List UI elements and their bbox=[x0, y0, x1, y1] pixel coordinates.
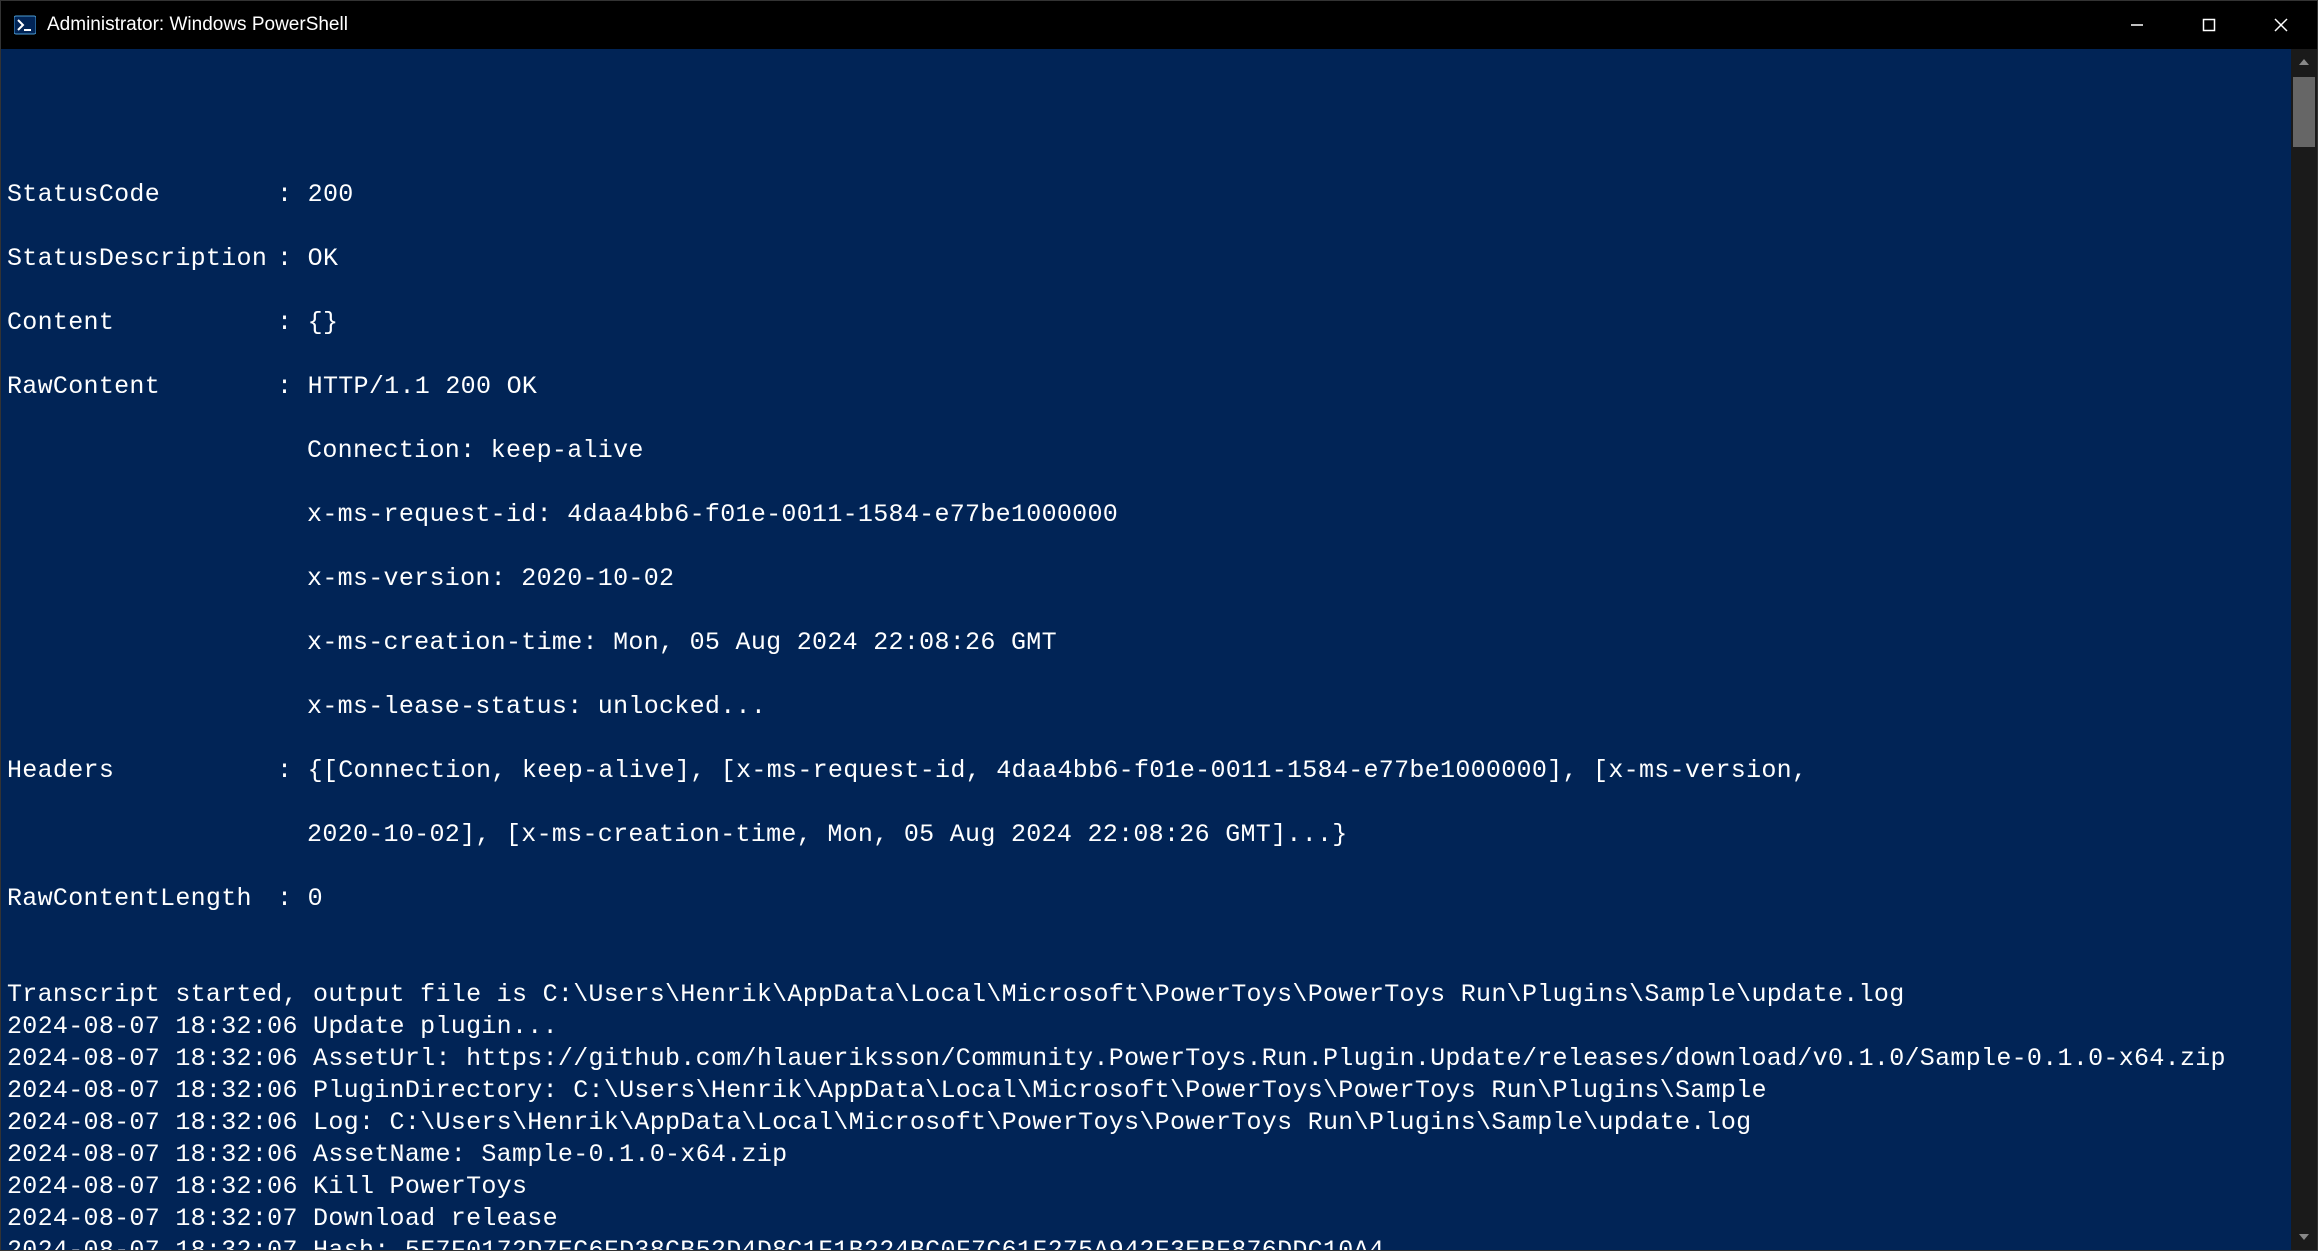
content-val: {} bbox=[308, 307, 2285, 339]
content-key: Content bbox=[7, 307, 277, 339]
log-line: 2024-08-07 18:32:07 Hash: 5F7F0172D7EC6F… bbox=[7, 1236, 1384, 1250]
rawlen-key: RawContentLength bbox=[7, 883, 277, 915]
status-code-val: 200 bbox=[308, 179, 2285, 211]
log-line: 2024-08-07 18:32:06 PluginDirectory: C:\… bbox=[7, 1076, 1767, 1105]
scrollbar-up-arrow[interactable] bbox=[2291, 49, 2317, 75]
powershell-icon bbox=[13, 13, 37, 37]
terminal-output[interactable]: StatusCode: 200 StatusDescription: OK Co… bbox=[1, 49, 2291, 1250]
minimize-button[interactable] bbox=[2101, 1, 2173, 49]
log-line: 2024-08-07 18:32:06 AssetName: Sample-0.… bbox=[7, 1140, 787, 1169]
rawlen-val: 0 bbox=[308, 883, 2285, 915]
log-line: 2024-08-07 18:32:06 Log: C:\Users\Henrik… bbox=[7, 1108, 1751, 1137]
headers-key: Headers bbox=[7, 755, 277, 787]
window-title: Administrator: Windows PowerShell bbox=[47, 14, 2101, 36]
status-code-key: StatusCode bbox=[7, 179, 277, 211]
log-line: 2024-08-07 18:32:06 Kill PowerToys bbox=[7, 1172, 527, 1201]
maximize-button[interactable] bbox=[2173, 1, 2245, 49]
rawcontent-key: RawContent bbox=[7, 371, 277, 403]
scrollbar-thumb[interactable] bbox=[2293, 77, 2315, 147]
vertical-scrollbar[interactable] bbox=[2291, 49, 2317, 1250]
transcript-start: Transcript started, output file is C:\Us… bbox=[7, 980, 1905, 1009]
status-desc-val: OK bbox=[308, 243, 2285, 275]
titlebar[interactable]: Administrator: Windows PowerShell bbox=[1, 1, 2317, 49]
log-line: 2024-08-07 18:32:06 Update plugin... bbox=[7, 1012, 558, 1041]
rawcontent-l6: x-ms-lease-status: unlocked... bbox=[7, 691, 2285, 723]
powershell-window: Administrator: Windows PowerShell Status… bbox=[0, 0, 2318, 1251]
content-area: StatusCode: 200 StatusDescription: OK Co… bbox=[1, 49, 2317, 1250]
scrollbar-down-arrow[interactable] bbox=[2291, 1224, 2317, 1250]
headers-l2: 2020-10-02], [x-ms-creation-time, Mon, 0… bbox=[7, 819, 2285, 851]
rawcontent-l3: x-ms-request-id: 4daa4bb6-f01e-0011-1584… bbox=[7, 499, 2285, 531]
rawcontent-l4: x-ms-version: 2020-10-02 bbox=[7, 563, 2285, 595]
close-button[interactable] bbox=[2245, 1, 2317, 49]
rawcontent-l2: Connection: keep-alive bbox=[7, 435, 2285, 467]
headers-val: {[Connection, keep-alive], [x-ms-request… bbox=[308, 755, 2285, 787]
window-controls bbox=[2101, 1, 2317, 49]
response-block: StatusCode: 200 StatusDescription: OK Co… bbox=[7, 147, 2285, 947]
rawcontent-val: HTTP/1.1 200 OK bbox=[308, 371, 2285, 403]
log-line: 2024-08-07 18:32:06 AssetUrl: https://gi… bbox=[7, 1044, 2226, 1073]
log-line: 2024-08-07 18:32:07 Download release bbox=[7, 1204, 558, 1233]
rawcontent-l5: x-ms-creation-time: Mon, 05 Aug 2024 22:… bbox=[7, 627, 2285, 659]
status-desc-key: StatusDescription bbox=[7, 243, 277, 275]
